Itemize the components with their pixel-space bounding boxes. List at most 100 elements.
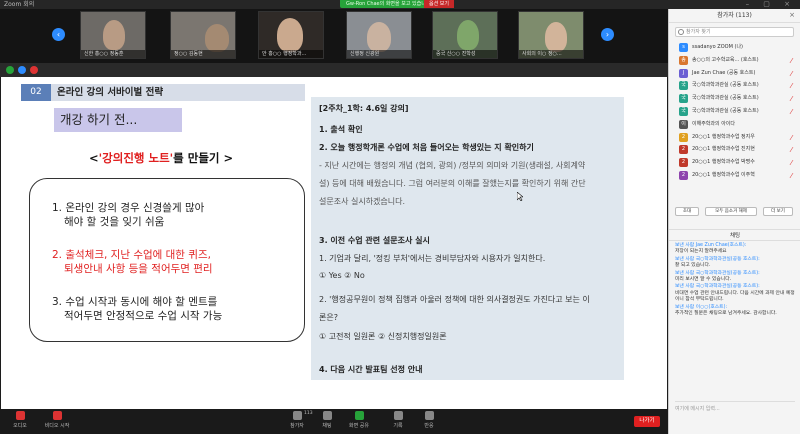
chat-message: 보낸 사람 Jae Zun Chae(호스트): 저장이 되는지 알려주세요 (675, 243, 747, 255)
participant-item[interactable]: 2 20○○1 행정학과수업 이주혁 ⁄ (669, 169, 800, 182)
avatar: 2 (679, 145, 688, 155)
note-heading-rest: 를 만들기 > (173, 151, 234, 165)
tip-item: 3. 수업 시작과 동시에 해야 할 멘트를 적어두면 안정적으로 수업 시작 … (52, 295, 222, 323)
video-button[interactable]: 비디오 시작 (40, 411, 74, 429)
video-tile-name: 안 홍○○ 행정학과... (259, 50, 323, 58)
tip-item: 1. 온라인 강의 경우 신경쓸게 많아 해야 할 것을 잊기 쉬움 (52, 201, 204, 229)
chat-message: 보낸 사람 이○○(호스트): 추가적인 질문은 채팅으로 남겨주세요. 감사합니… (675, 304, 777, 317)
avatar: 2 (679, 158, 688, 168)
avatar: 송 (679, 55, 688, 65)
video-tile[interactable]: 안 홍○○ 행정학과... (258, 11, 324, 59)
shared-slide: 02 온라인 강의 서바이벌 전략 개강 하기 전... <'강의진행 노트'를… (1, 77, 667, 409)
view-options-button[interactable]: 옵션 보기 (424, 0, 454, 8)
video-tile-name: 신행정 신광원 (347, 50, 411, 58)
participant-search-input[interactable]: 참가자 찾기 (675, 27, 794, 37)
participant-item[interactable]: 국 국○학과학과관실 (공동 호스트) ⁄ (669, 79, 800, 92)
share-toolbar (0, 63, 668, 77)
more-button[interactable]: 더 보기 (763, 207, 793, 216)
chat-input[interactable]: 여기에 메시지 입력... (675, 401, 795, 429)
participant-item[interactable]: 송 송○○의 고수학교육... (호스트) ⁄ (669, 54, 800, 67)
invite-button[interactable]: 초대 (675, 207, 699, 216)
section-number: 02 (21, 84, 51, 101)
muted-mic-icon: ⁄ (790, 171, 792, 180)
chat-message: 보낸 사람 국○학과학과관실(공동 호스트): 잘 되고 있습니다. (675, 256, 760, 269)
meeting-controls: 오디오 비디오 시작 참가자 113 채팅 화면 공유 기록 반응 나가기 (0, 409, 668, 434)
video-tile[interactable]: 중국 신○○ 진학성 (432, 11, 498, 59)
participant-list: s ssadanyo ZOOM (나) 송 송○○의 고수학교육... (호스트) ⁄… (669, 41, 800, 182)
notes-line: - 지난 시간에는 행정의 개념 (협의, 광의) /정부의 의미와 기원(생래… (319, 161, 586, 170)
avatar: s (679, 43, 688, 52)
notes-title: [2주차_1학: 4.6일 강의] (319, 104, 409, 113)
note-heading: <'강의진행 노트'를 만들기 > (89, 150, 233, 166)
avatar: J (679, 68, 688, 78)
chat-button[interactable]: 채팅 (316, 411, 338, 429)
avatar: 2 (679, 132, 688, 142)
chat-message: 보낸 사람 국○학과학과관실(공동 호스트): 비대면 수업 관련 안내드립니다.… (675, 284, 795, 303)
video-tile[interactable]: 정○○ 김동현 (170, 11, 236, 59)
participant-item[interactable]: 2 20○○1 행정학과수업 정지우 ⁄ (669, 131, 800, 144)
participant-item[interactable]: J Jae Zun Chae (공동 호스트) ⁄ (669, 67, 800, 80)
record-button[interactable]: 기록 (388, 411, 408, 429)
participant-item[interactable]: s ssadanyo ZOOM (나) (669, 41, 800, 54)
tip-line: 퇴생안내 사항 등을 적어두면 편리 (64, 263, 213, 275)
video-tile[interactable]: 신한 홍○○ 정동훈 (80, 11, 146, 59)
reactions-button[interactable]: 반응 (418, 411, 440, 429)
video-icon (52, 411, 62, 420)
participants-button[interactable]: 참가자 113 (282, 411, 313, 429)
tip-line: 2. 출석체크, 지난 수업에 대한 퀴즈, (52, 249, 211, 261)
participant-item[interactable]: 이 이해주학과의 아이다 (669, 118, 800, 131)
lecture-notes: [2주차_1학: 4.6일 강의] 1. 출석 확인 2. 오늘 행정학개론 수… (311, 97, 624, 380)
alert-icon[interactable] (30, 66, 38, 74)
share-screen-button[interactable]: 화면 공유 (344, 411, 374, 429)
zoom-app: Zoom 회의 – ▢ × Gw-Ron Chae의 화면을 보고 있습니다 옵… (0, 0, 800, 434)
video-tile[interactable]: 사회의 이○ 정○... (518, 11, 584, 59)
share-banner: Gw-Ron Chae의 화면을 보고 있습니다 (340, 0, 437, 8)
audio-button[interactable]: 오디오 (8, 411, 32, 429)
avatar: 이 (679, 119, 688, 129)
close-icon[interactable]: × (789, 11, 795, 19)
side-panel: 참가자 (113) × 참가자 찾기 s ssadanyo ZOOM (나) 송송… (668, 9, 800, 434)
avatar: 국 (679, 94, 688, 104)
section-header: 02 온라인 강의 서바이벌 전략 (21, 84, 305, 101)
video-tile-name: 정○○ 김동현 (171, 50, 235, 58)
search-icon (678, 29, 684, 35)
avatar: 국 (679, 106, 688, 116)
video-tile-name: 중국 신○○ 진학성 (433, 50, 497, 58)
mouse-cursor-icon (517, 192, 523, 201)
avatar: 2 (679, 170, 688, 180)
security-icon[interactable] (6, 66, 14, 74)
notes-line: 1. 기업과 달리, '정킹 부처'에서는 경비부담자와 시용자가 일치한다. (319, 254, 546, 263)
participants-title: 참가자 (113) (669, 9, 800, 23)
reactions-icon (424, 411, 434, 420)
note-heading-open: < (89, 151, 99, 165)
notes-line: 설문조사 실시하겠습니다. (319, 197, 406, 206)
section-title: 온라인 강의 서바이벌 전략 (57, 87, 164, 98)
chat-message: 보낸 사람 국○학과학과관실(공동 호스트): 미리 보시면 알 수 있습니다. (675, 270, 760, 283)
notes-line: 3. 이전 수업 관련 설문조사 실시 (319, 236, 430, 245)
notes-line: 2. '행정공무원이 정책 집행과 아울러 정책에 대한 의사결정권도 가진다고… (319, 295, 590, 304)
notes-line: 2. 오늘 행정학개론 수업에 처음 들어오는 학생있는 지 확인하기 (319, 143, 534, 152)
participant-item[interactable]: 2 20○○1 행정학과수업 박명수 ⁄ (669, 156, 800, 169)
video-tile[interactable]: 신행정 신광원 (346, 11, 412, 59)
participant-item[interactable]: 2 20○○1 행정학과수업 진지현 ⁄ (669, 143, 800, 156)
notes-line: ① Yes ② No (319, 271, 365, 280)
chat-icon (322, 411, 332, 420)
view-icon[interactable] (18, 66, 26, 74)
tip-item: 2. 출석체크, 지난 수업에 대한 퀴즈, 퇴생안내 사항 등을 적어두면 편… (52, 248, 213, 276)
participant-item[interactable]: 국 국○학과학과관실 (공동 호스트) ⁄ (669, 105, 800, 118)
prev-page-icon[interactable]: ‹ (52, 28, 65, 41)
notes-line: ① 고전적 일원론 ② 신정치행정일원론 (319, 332, 447, 341)
participant-item[interactable]: 국 국○학과학과관실 (공동 호스트) ⁄ (669, 92, 800, 105)
window-controls[interactable]: – ▢ × (746, 0, 796, 9)
participants-icon (292, 411, 302, 420)
note-heading-highlight: '강의진행 노트' (98, 151, 174, 165)
video-strip: ‹ › 신한 홍○○ 정동훈 정○○ 김동현 안 홍○○ 행정학과... 신행정… (0, 9, 668, 63)
record-icon (393, 411, 403, 420)
leave-button[interactable]: 나가기 (634, 416, 660, 427)
participant-count: 113 (304, 411, 313, 416)
video-tile-name: 신한 홍○○ 정동훈 (81, 50, 145, 58)
notes-line: 설) 등에 대해 배웠습니다. 그럼 여러분의 이해를 잘했는지를 확인하기 위… (319, 179, 586, 188)
next-page-icon[interactable]: › (601, 28, 614, 41)
unmute-all-button[interactable]: 모두 음소거 해제 (705, 207, 757, 216)
tips-box: 1. 온라인 강의 경우 신경쓸게 많아 해야 할 것을 잊기 쉬움 2. 출석… (29, 178, 305, 342)
